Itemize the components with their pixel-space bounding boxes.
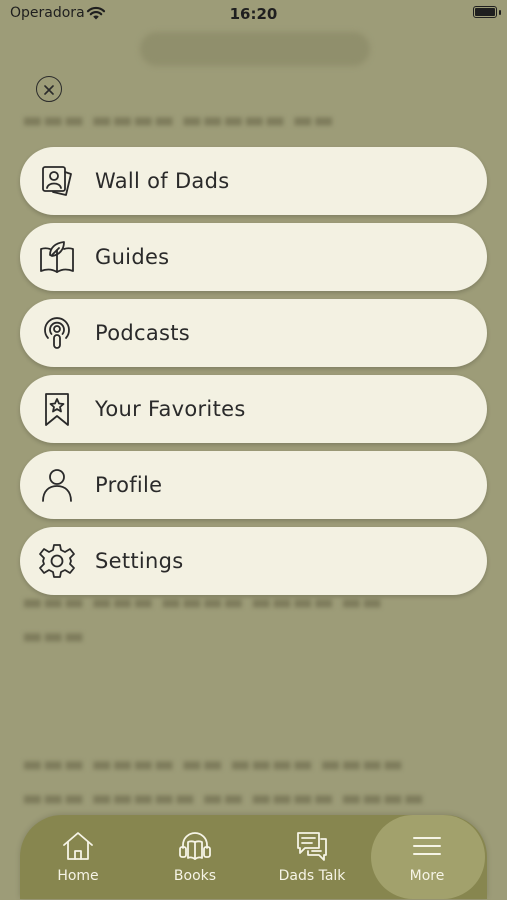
tab-bar: Home Books Dads Talk More xyxy=(20,815,487,899)
tab-label: Dads Talk xyxy=(278,868,346,884)
menu-item-podcasts[interactable]: Podcasts xyxy=(20,299,487,367)
menu-item-wall-of-dads[interactable]: Wall of Dads xyxy=(20,147,487,215)
menu-icon xyxy=(412,830,442,862)
menu-item-guides[interactable]: Guides xyxy=(20,223,487,291)
menu-item-label: Your Favorites xyxy=(95,397,246,421)
menu-item-label: Profile xyxy=(95,473,163,497)
more-menu: Wall of Dads Guides Podcasts Your Favori… xyxy=(20,147,487,603)
battery-tip xyxy=(499,10,501,15)
tab-label: Books xyxy=(173,868,217,884)
menu-item-your-favorites[interactable]: Your Favorites xyxy=(20,375,487,443)
close-button[interactable] xyxy=(36,76,62,102)
tab-more[interactable]: More xyxy=(369,815,485,899)
background-text: ▬▬▬ ▬▬▬▬▬ ▬▬ ▬▬▬▬ ▬▬▬▬ xyxy=(22,786,425,811)
background-text: ▬▬▬ xyxy=(22,624,85,649)
menu-item-label: Podcasts xyxy=(95,321,191,345)
person-icon xyxy=(38,466,76,504)
background-header xyxy=(140,32,370,66)
podcast-icon xyxy=(38,314,76,352)
menu-item-profile[interactable]: Profile xyxy=(20,451,487,519)
menu-item-label: Wall of Dads xyxy=(95,169,230,193)
photo-album-icon xyxy=(38,162,76,200)
clock: 16:20 xyxy=(229,5,278,23)
tab-label: More xyxy=(409,868,445,884)
tab-books[interactable]: Books xyxy=(137,815,253,899)
menu-item-label: Settings xyxy=(95,549,184,573)
battery-icon xyxy=(473,6,497,18)
book-leaf-icon xyxy=(38,238,76,276)
background-text: ▬▬▬ ▬▬▬▬ ▬▬ ▬▬▬▬ ▬▬▬▬ xyxy=(22,752,404,777)
tab-dads-talk[interactable]: Dads Talk xyxy=(254,815,370,899)
background-text: ▬▬▬ ▬▬▬▬ ▬▬▬▬▬ ▬▬ xyxy=(22,108,334,133)
close-icon xyxy=(44,80,54,99)
chat-bubbles-icon xyxy=(295,830,329,862)
bookmark-star-icon xyxy=(38,390,76,428)
menu-item-label: Guides xyxy=(95,245,170,269)
home-icon xyxy=(62,830,94,862)
menu-item-settings[interactable]: Settings xyxy=(20,527,487,595)
headphones-book-icon xyxy=(178,830,212,862)
tab-label: Home xyxy=(57,868,99,884)
status-bar: Operadora 16:20 xyxy=(0,0,507,28)
tab-home[interactable]: Home xyxy=(20,815,136,899)
gear-icon xyxy=(38,542,76,580)
